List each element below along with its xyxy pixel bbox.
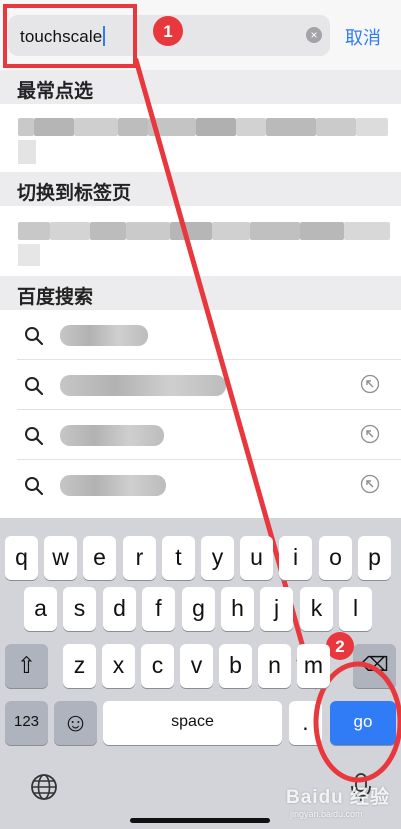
globe-icon[interactable] xyxy=(29,772,59,802)
shift-key[interactable]: ⇧ xyxy=(5,644,48,688)
key-g[interactable]: g xyxy=(182,587,215,631)
search-header: touchscale × 取消 xyxy=(0,0,401,70)
key-j[interactable]: j xyxy=(260,587,293,631)
list-item-frequent-blurred[interactable] xyxy=(0,104,401,172)
key-r[interactable]: r xyxy=(123,536,156,580)
section-title-frequent: 最常点选 xyxy=(17,81,94,102)
section-header-switch-tab: 切换到标签页 xyxy=(0,172,401,206)
watermark-logo: Baidu 经验 xyxy=(286,787,391,808)
text-caret xyxy=(103,26,106,46)
home-indicator xyxy=(130,818,270,823)
clear-search-button[interactable]: × xyxy=(306,27,322,43)
key-p[interactable]: p xyxy=(358,536,391,580)
key-b[interactable]: b xyxy=(219,644,252,688)
go-key[interactable]: go xyxy=(330,701,396,745)
watermark-url: jingyan.baidu.com xyxy=(290,809,363,819)
search-input-value: touchscale xyxy=(20,26,106,47)
key-h[interactable]: h xyxy=(221,587,254,631)
key-d[interactable]: d xyxy=(103,587,136,631)
key-u[interactable]: u xyxy=(240,536,273,580)
section-title-switch-tab: 切换到标签页 xyxy=(17,183,132,204)
search-input[interactable]: touchscale × xyxy=(8,15,330,56)
suggestion-blurred-text xyxy=(60,425,164,446)
cancel-button[interactable]: 取消 xyxy=(345,24,381,50)
period-key[interactable]: . xyxy=(289,701,322,745)
list-item-tab-blurred[interactable] xyxy=(0,206,401,276)
suggestion-blurred-text xyxy=(60,325,148,346)
magnifier-icon xyxy=(25,377,44,396)
suggestion-row[interactable] xyxy=(0,360,401,410)
key-v[interactable]: v xyxy=(180,644,213,688)
key-a[interactable]: a xyxy=(24,587,57,631)
key-l[interactable]: l xyxy=(339,587,372,631)
key-o[interactable]: o xyxy=(319,536,352,580)
magnifier-icon xyxy=(25,427,44,446)
magnifier-icon xyxy=(25,477,44,496)
key-w[interactable]: w xyxy=(44,536,77,580)
blurred-fragment xyxy=(18,140,36,164)
arrow-up-left-icon[interactable] xyxy=(360,374,380,394)
numbers-key[interactable]: 123 xyxy=(5,701,48,745)
key-x[interactable]: x xyxy=(102,644,135,688)
arrow-up-left-icon[interactable] xyxy=(360,474,380,494)
arrow-up-left-icon[interactable] xyxy=(360,424,380,444)
key-k[interactable]: k xyxy=(300,587,333,631)
key-s[interactable]: s xyxy=(63,587,96,631)
blurred-fragment xyxy=(18,244,40,266)
key-q[interactable]: q xyxy=(5,536,38,580)
suggestion-row[interactable] xyxy=(0,460,401,510)
magnifier-icon xyxy=(25,327,44,346)
suggestion-row[interactable] xyxy=(0,410,401,460)
suggestion-row[interactable] xyxy=(0,310,401,360)
delete-key[interactable]: ⌫ xyxy=(353,644,396,688)
key-m[interactable]: m xyxy=(297,644,330,688)
space-key[interactable]: space xyxy=(103,701,282,745)
suggestion-blurred-text xyxy=(60,375,226,396)
suggestion-blurred-text xyxy=(60,475,166,496)
emoji-key[interactable]: ☺ xyxy=(54,701,97,745)
key-f[interactable]: f xyxy=(142,587,175,631)
key-c[interactable]: c xyxy=(141,644,174,688)
section-header-frequent: 最常点选 xyxy=(0,70,401,104)
key-i[interactable]: i xyxy=(279,536,312,580)
key-n[interactable]: n xyxy=(258,644,291,688)
section-header-baidu: 百度搜索 xyxy=(0,276,401,310)
key-e[interactable]: e xyxy=(83,536,116,580)
key-z[interactable]: z xyxy=(63,644,96,688)
section-title-baidu: 百度搜索 xyxy=(17,287,94,308)
key-y[interactable]: y xyxy=(201,536,234,580)
key-t[interactable]: t xyxy=(162,536,195,580)
